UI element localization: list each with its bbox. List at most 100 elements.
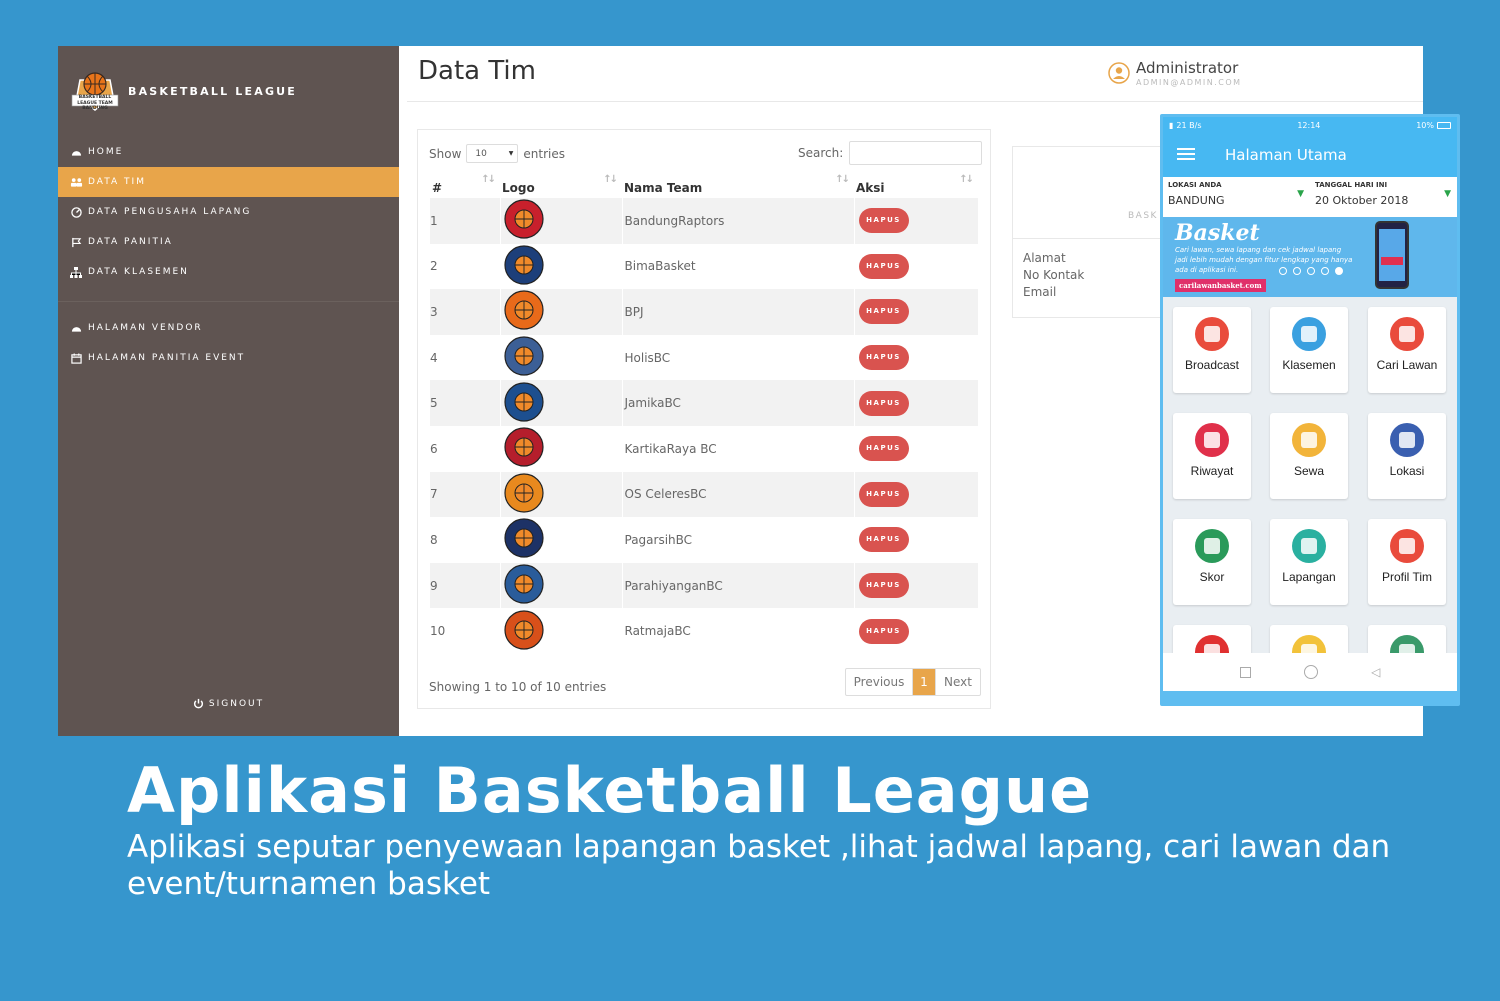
app-title: Halaman Utama	[1225, 146, 1347, 164]
team-logo-icon	[503, 473, 544, 513]
detail-brand: BASK	[1128, 211, 1158, 221]
logo-caption: BASKETBALL LEAGUE TEAM BANDUNG	[77, 95, 113, 111]
tile-broadcast[interactable]: Broadcast	[1173, 307, 1251, 393]
column-header-label: Nama Team	[624, 181, 703, 195]
sidebar-item-data-tim[interactable]: DATA TIM	[58, 167, 399, 197]
cari-lawan-icon	[1390, 317, 1424, 351]
tile-lapangan[interactable]: Lapangan	[1270, 519, 1348, 605]
table-row: 2 BimaBasket HAPUS	[430, 243, 978, 290]
sidebar-item-halaman-vendor[interactable]: HALAMAN VENDOR	[58, 313, 399, 343]
date-value: 20 Oktober 2018	[1315, 194, 1409, 207]
sidebar-item-data-panitia[interactable]: DATA PANITIA	[58, 227, 399, 257]
delete-button[interactable]: HAPUS	[858, 527, 909, 553]
column-header-number[interactable]: # ↑↓	[430, 172, 500, 198]
team-logo-cell	[499, 517, 622, 563]
team-name-value: BPJ	[624, 304, 644, 319]
row-number-value: 6	[430, 441, 438, 456]
action-cell: HAPUS	[853, 425, 978, 472]
column-header-logo[interactable]: Logo ↑↓	[500, 172, 622, 198]
tile-riwayat[interactable]: Riwayat	[1173, 413, 1251, 499]
signout-button[interactable]: SIGNOUT	[58, 698, 399, 709]
tile-lokasi[interactable]: Lokasi	[1368, 413, 1446, 499]
tile-more[interactable]	[1368, 625, 1446, 653]
row-number: 2	[430, 244, 500, 290]
pager-dot-active[interactable]	[1335, 267, 1343, 275]
previous-page-button[interactable]: Previous	[846, 669, 913, 695]
tile-sewa[interactable]: Sewa	[1270, 413, 1348, 499]
home-circle-icon[interactable]	[1303, 665, 1318, 679]
user-menu[interactable]: Administrator ADMIN@ADMIN.COM	[1108, 59, 1242, 87]
detail-label-address: Alamat	[1023, 251, 1066, 265]
sewa-icon	[1292, 423, 1326, 457]
tile-profil-tim[interactable]: Profil Tim	[1368, 519, 1446, 605]
row-number: 3	[430, 289, 500, 335]
column-header-action[interactable]: Aksi ↑↓	[854, 172, 978, 198]
delete-button[interactable]: HAPUS	[858, 573, 909, 599]
date-selector[interactable]: TANGGAL HARI INI 20 Oktober 2018 ▼	[1310, 177, 1457, 217]
league-logo-icon: BASKETBALL LEAGUE TEAM BANDUNG	[70, 66, 120, 116]
pager-dot[interactable]	[1307, 267, 1315, 275]
table-row: 3 BPJ HAPUS	[430, 289, 978, 335]
back-triangle-icon[interactable]: ◁	[1371, 665, 1380, 679]
team-logo-cell	[499, 243, 622, 290]
detail-fields: Alamat No Kontak Email	[1013, 239, 1171, 312]
pager-dot[interactable]	[1321, 267, 1329, 275]
team-logo-cell	[499, 289, 622, 335]
entries-label: entries	[523, 146, 565, 161]
delete-button[interactable]: HAPUS	[858, 390, 909, 416]
team-name: ParahiyanganBC	[621, 562, 854, 609]
tile-cari-lawan[interactable]: Cari Lawan	[1368, 307, 1446, 393]
team-logo-icon	[503, 336, 544, 376]
tile-more[interactable]	[1173, 625, 1251, 653]
column-header-team-name[interactable]: Nama Team ↑↓	[622, 172, 854, 198]
sidebar-item-data-pengusaha-lapang[interactable]: DATA PENGUSAHA LAPANG	[58, 197, 399, 227]
recent-apps-icon[interactable]	[1239, 666, 1251, 678]
sort-icon: ↑↓	[959, 174, 974, 185]
delete-button[interactable]: HAPUS	[858, 253, 909, 279]
next-page-button[interactable]: Next	[935, 669, 980, 695]
search-input[interactable]	[849, 141, 983, 165]
mobile-app-screen: ▮ 21 B/s 12:14 10% Halaman Utama LOKASI …	[1160, 114, 1460, 706]
sidebar-item-halaman-panitia-event[interactable]: HALAMAN PANITIA EVENT	[58, 343, 399, 373]
table-row: 1 BandungRaptors HAPUS	[430, 198, 978, 244]
team-name-value: KartikaRaya BC	[624, 441, 717, 456]
show-label: Show	[429, 146, 462, 161]
delete-button[interactable]: HAPUS	[858, 618, 909, 644]
delete-button[interactable]: HAPUS	[858, 299, 909, 325]
entries-select[interactable]: 10 ▼	[466, 144, 519, 163]
delete-button[interactable]: HAPUS	[858, 436, 909, 462]
hamburger-menu-icon[interactable]	[1177, 146, 1203, 165]
team-logo-cell	[499, 425, 622, 472]
brand[interactable]: BASKETBALL LEAGUE TEAM BANDUNG BASKETBAL…	[70, 66, 297, 116]
row-number: 9	[430, 562, 500, 609]
pager-dot[interactable]	[1279, 267, 1287, 275]
tile-label: Cari Lawan	[1376, 358, 1438, 372]
feature-icon	[1195, 635, 1229, 653]
page-1-button[interactable]: 1	[913, 669, 935, 695]
row-number-value: 10	[430, 624, 446, 639]
tile-more[interactable]	[1270, 625, 1348, 653]
delete-button[interactable]: HAPUS	[858, 345, 909, 371]
tile-label: Riwayat	[1190, 464, 1234, 478]
tile-klasemen[interactable]: Klasemen	[1270, 307, 1348, 393]
user-name: Administrator	[1136, 59, 1239, 77]
sidebar-item-data-klasemen[interactable]: DATA KLASEMEN	[58, 257, 399, 287]
team-logo-icon	[503, 245, 544, 285]
delete-button[interactable]: HAPUS	[858, 481, 909, 507]
tile-label: Lapangan	[1282, 570, 1336, 584]
tile-skor[interactable]: Skor	[1173, 519, 1251, 605]
delete-button[interactable]: HAPUS	[858, 208, 909, 234]
detail-header: BASK	[1013, 147, 1171, 239]
row-number: 4	[430, 335, 500, 381]
primary-menu: HOME DATA TIM DATA PENGUSAHA LAPANG DATA PA…	[58, 137, 399, 287]
tile-label: Lokasi	[1389, 464, 1425, 478]
detail-label-email: Email	[1023, 285, 1057, 299]
team-name-value: PagarsihBC	[624, 532, 693, 547]
team-name: PagarsihBC	[621, 517, 854, 563]
location-selector[interactable]: LOKASI ANDA BANDUNG ▼	[1163, 177, 1310, 217]
search-label: Search:	[798, 146, 844, 160]
promo-banner[interactable]: Basket Cari lawan, sewa lapang dan cek j…	[1163, 217, 1457, 297]
sidebar-item-home[interactable]: HOME	[58, 137, 399, 167]
table-row: 10 RatmajaBC HAPUS	[430, 608, 978, 654]
pager-dot[interactable]	[1293, 267, 1301, 275]
